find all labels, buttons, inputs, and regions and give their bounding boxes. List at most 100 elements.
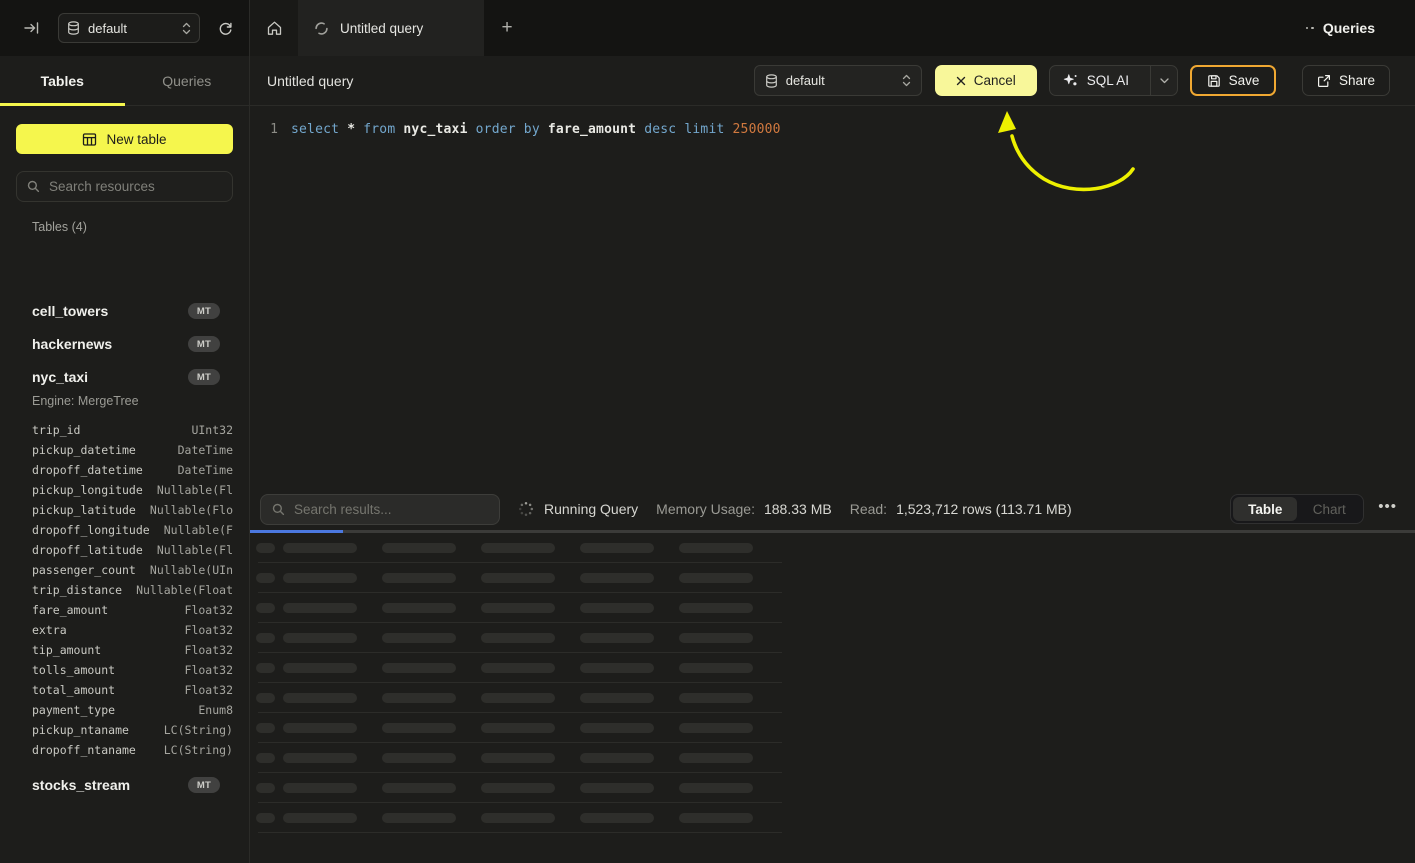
skeleton-cell xyxy=(283,783,357,793)
column-row[interactable]: dropoff_datetimeDateTime xyxy=(32,460,233,480)
column-type: Nullable(F xyxy=(164,523,233,537)
column-row[interactable]: total_amountFloat32 xyxy=(32,680,233,700)
tables-section-label: Tables (4) xyxy=(32,220,87,234)
save-button[interactable]: Save xyxy=(1190,65,1276,96)
table-item-nyc-taxi[interactable]: nyc_taxi MT xyxy=(0,361,250,393)
skeleton-cell xyxy=(283,603,357,613)
new-tab-button[interactable]: + xyxy=(484,0,530,56)
column-row[interactable]: tolls_amountFloat32 xyxy=(32,660,233,680)
column-name: dropoff_ntaname xyxy=(32,743,136,757)
skeleton-row xyxy=(250,623,1415,653)
column-name: payment_type xyxy=(32,703,115,717)
column-row[interactable]: pickup_longitudeNullable(Fl xyxy=(32,480,233,500)
skeleton-row xyxy=(250,743,1415,773)
database-icon xyxy=(765,74,778,88)
column-name: trip_id xyxy=(32,423,80,437)
sidebar-search[interactable] xyxy=(16,171,233,202)
column-row[interactable]: dropoff_longitudeNullable(F xyxy=(32,520,233,540)
table-item-cell-towers[interactable]: cell_towers MT xyxy=(0,295,250,327)
skeleton-cell xyxy=(679,603,753,613)
collapse-sidebar-button[interactable] xyxy=(20,16,44,40)
column-name: extra xyxy=(32,623,67,637)
table-item-hackernews[interactable]: hackernews MT xyxy=(0,328,250,360)
cancel-button[interactable]: Cancel xyxy=(935,65,1037,96)
sidebar: Tables Queries New table Tables (4) cell… xyxy=(0,56,250,863)
skeleton-row xyxy=(250,533,1415,563)
skeleton-cell xyxy=(256,723,275,733)
skeleton-cell xyxy=(580,813,654,823)
header-database-selector[interactable]: default xyxy=(754,65,922,96)
results-search[interactable] xyxy=(260,494,500,525)
skeleton-cell xyxy=(382,783,456,793)
sql-editor[interactable]: 1 select * from nyc_taxi order by fare_a… xyxy=(250,106,1415,488)
skeleton-cell xyxy=(283,543,357,553)
column-row[interactable]: dropoff_ntanameLC(String) xyxy=(32,740,233,760)
queries-link[interactable]: Queries xyxy=(1306,0,1415,56)
spinner-icon xyxy=(518,501,534,517)
share-button[interactable]: Share xyxy=(1302,65,1390,96)
skeleton-cell xyxy=(382,573,456,583)
chevron-down-icon xyxy=(1160,78,1169,84)
column-type: Nullable(Float xyxy=(136,583,233,597)
skeleton-cell xyxy=(679,633,753,643)
table-item-stocks-stream[interactable]: stocks_stream MT xyxy=(0,769,250,801)
sidebar-tab-queries[interactable]: Queries xyxy=(125,56,250,105)
memory-usage-label: Memory Usage: xyxy=(656,501,755,517)
query-tab[interactable]: Untitled query xyxy=(298,0,484,56)
new-table-button[interactable]: New table xyxy=(16,124,233,154)
skeleton-cell xyxy=(580,723,654,733)
column-row[interactable]: dropoff_latitudeNullable(Fl xyxy=(32,540,233,560)
engine-badge: MT xyxy=(188,369,220,385)
column-type: Float32 xyxy=(185,643,233,657)
read-label: Read: xyxy=(850,501,887,517)
column-type: Nullable(Flo xyxy=(150,503,233,517)
view-toggle-chart[interactable]: Chart xyxy=(1297,497,1361,521)
column-row[interactable]: passenger_countNullable(UIn xyxy=(32,560,233,580)
column-row[interactable]: payment_typeEnum8 xyxy=(32,700,233,720)
column-type: Float32 xyxy=(185,623,233,637)
skeleton-cell xyxy=(283,813,357,823)
search-icon xyxy=(272,503,285,516)
results-search-input[interactable] xyxy=(294,502,488,517)
close-icon xyxy=(956,76,966,86)
skeleton-cell xyxy=(256,783,275,793)
column-row[interactable]: pickup_ntanameLC(String) xyxy=(32,720,233,740)
table-name: cell_towers xyxy=(32,303,188,319)
query-status: Running Query xyxy=(518,501,638,517)
column-row[interactable]: pickup_datetime DateTime xyxy=(32,440,233,460)
column-row[interactable]: pickup_latitudeNullable(Flo xyxy=(32,500,233,520)
column-name: pickup_longitude xyxy=(32,483,143,497)
column-name: trip_distance xyxy=(32,583,122,597)
ellipsis-icon: ••• xyxy=(1378,498,1397,515)
sql-ai-button[interactable]: SQL AI xyxy=(1049,65,1178,96)
skeleton-row xyxy=(250,593,1415,623)
column-name: dropoff_datetime xyxy=(32,463,143,477)
query-status-label: Running Query xyxy=(544,501,638,517)
results-loading-skeleton xyxy=(250,533,1415,833)
sidebar-tab-tables[interactable]: Tables xyxy=(0,56,125,105)
column-row[interactable]: tip_amountFloat32 xyxy=(32,640,233,660)
home-tab-button[interactable] xyxy=(250,0,298,56)
more-options-button[interactable]: ••• xyxy=(1378,499,1397,520)
view-toggle-table[interactable]: Table xyxy=(1233,497,1297,521)
skeleton-cell xyxy=(283,723,357,733)
skeleton-cell xyxy=(382,633,456,643)
skeleton-cell xyxy=(256,633,275,643)
refresh-button[interactable] xyxy=(214,17,237,40)
column-type: DateTime xyxy=(178,443,233,457)
column-row[interactable]: extra Float32 xyxy=(32,620,233,640)
column-row[interactable]: trip_idUInt32 xyxy=(32,420,233,440)
sidebar-search-input[interactable] xyxy=(49,179,222,194)
column-type: Nullable(Fl xyxy=(157,543,233,557)
column-row[interactable]: trip_distance Nullable(Float xyxy=(32,580,233,600)
chevron-updown-icon xyxy=(182,22,191,35)
column-row[interactable]: fare_amountFloat32 xyxy=(32,600,233,620)
skeleton-cell xyxy=(481,813,555,823)
column-name: pickup_datetime xyxy=(32,443,136,457)
cancel-button-label: Cancel xyxy=(974,73,1016,88)
sql-ai-dropdown[interactable] xyxy=(1150,66,1177,95)
code-line-1[interactable]: 1 select * from nyc_taxi order by fare_a… xyxy=(250,118,781,140)
database-selector[interactable]: default xyxy=(58,13,200,43)
sql-ai-main[interactable]: SQL AI xyxy=(1050,66,1142,95)
skeleton-cell xyxy=(382,723,456,733)
